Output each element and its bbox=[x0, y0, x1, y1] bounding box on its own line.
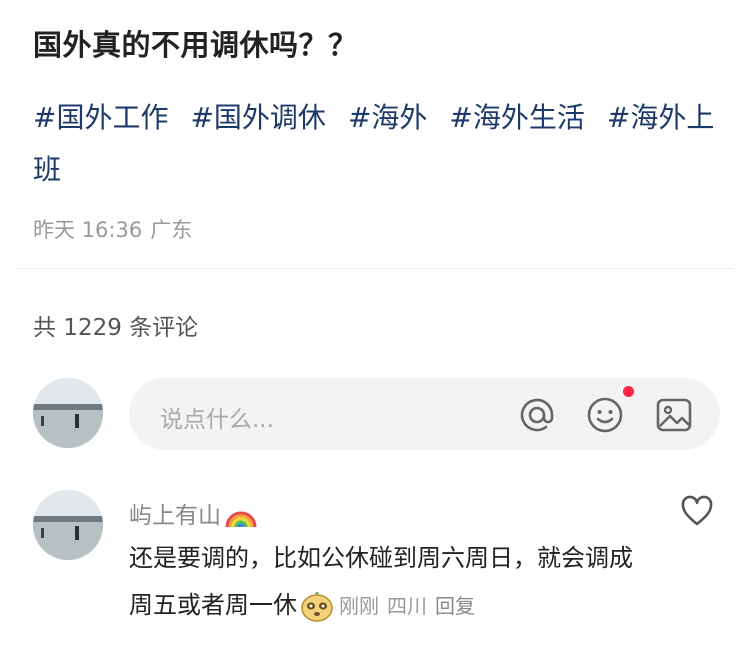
meerkat-sticker-icon bbox=[301, 592, 333, 622]
comment-author-row: 屿上有山 bbox=[129, 496, 258, 530]
comment-time: 刚刚 bbox=[339, 594, 379, 618]
post-meta: 昨天 16:36 广东 bbox=[33, 214, 200, 244]
notification-dot bbox=[623, 386, 634, 397]
post-date: 昨天 16:36 bbox=[33, 218, 143, 242]
tag-list: #国外工作 #国外调休 #海外 #海外生活 #海外上班 bbox=[33, 92, 723, 196]
tag-link[interactable]: #海外生活 bbox=[449, 101, 584, 134]
tag-link[interactable]: #国外工作 bbox=[33, 101, 168, 134]
tag-link[interactable]: #海外 bbox=[348, 101, 427, 134]
emoji-icon[interactable] bbox=[586, 396, 624, 434]
tag-link[interactable]: #国外调休 bbox=[190, 101, 325, 134]
rainbow-icon bbox=[225, 511, 257, 528]
commenter-avatar[interactable] bbox=[33, 490, 103, 560]
reply-button[interactable]: 回复 bbox=[435, 594, 475, 618]
comment-input-placeholder: 说点什么... bbox=[160, 407, 274, 433]
comment-meta: 刚刚 四川 回复 bbox=[339, 594, 483, 618]
post-location: 广东 bbox=[150, 218, 193, 242]
comment-author[interactable]: 屿上有山 bbox=[129, 503, 221, 529]
comment-location: 四川 bbox=[387, 594, 427, 618]
like-heart-icon[interactable] bbox=[680, 495, 714, 527]
avatar[interactable] bbox=[33, 378, 103, 448]
comment-count: 共 1229 条评论 bbox=[33, 315, 199, 341]
at-icon[interactable] bbox=[518, 396, 556, 434]
comment-input[interactable]: 说点什么... bbox=[129, 378, 720, 450]
image-icon[interactable] bbox=[655, 396, 693, 434]
post-title: 国外真的不用调休吗？？ bbox=[33, 28, 358, 62]
comment-body: 还是要调的，比如公休碰到周六周日，就会调成周五或者周一休 刚刚 四川 回复 bbox=[129, 535, 649, 630]
divider bbox=[16, 268, 734, 269]
